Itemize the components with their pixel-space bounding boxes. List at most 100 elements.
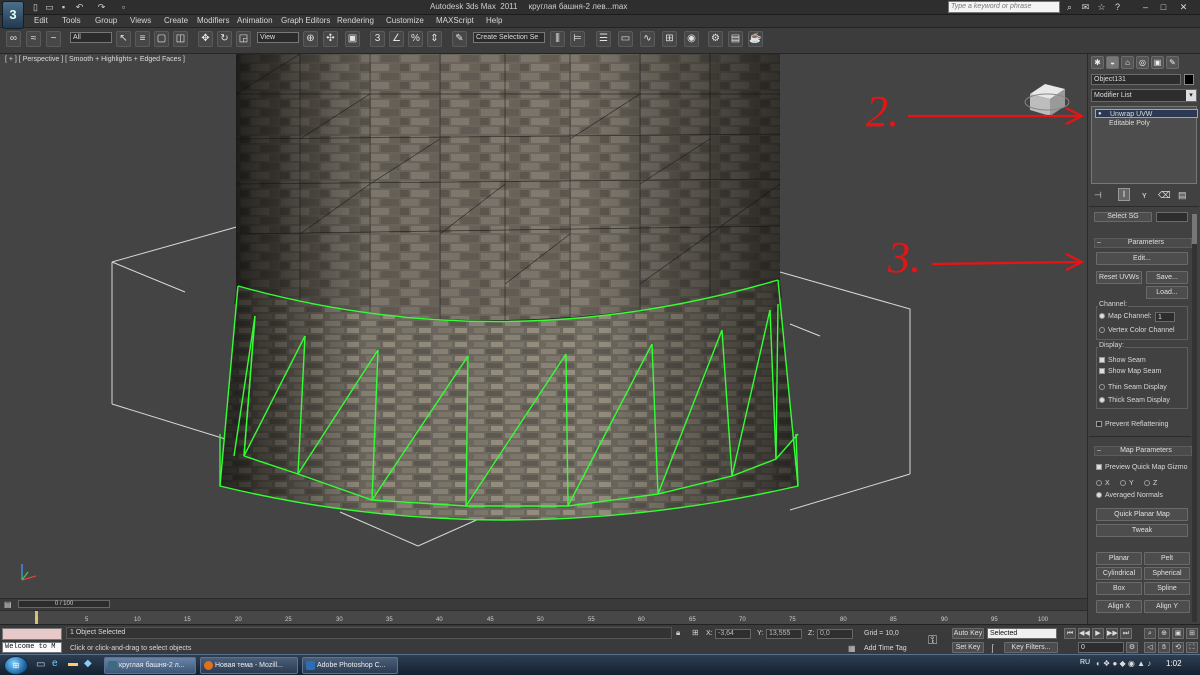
render-setup-icon[interactable]: ⚙: [708, 31, 723, 47]
lock-selection-icon[interactable]: 🔒︎: [676, 628, 680, 638]
remove-modifier-icon[interactable]: ⌫: [1158, 190, 1171, 201]
align-y-button[interactable]: Align Y: [1144, 600, 1190, 613]
configure-sets-icon[interactable]: ▤: [1178, 190, 1187, 201]
close-icon[interactable]: ✕: [1178, 2, 1189, 12]
maxscript-listener-field[interactable]: [2, 628, 62, 640]
quicklaunch-icon[interactable]: ◆: [84, 658, 92, 669]
time-tag-icon[interactable]: ▦: [848, 644, 856, 653]
named-selection-set-select[interactable]: Create Selection Se: [473, 32, 545, 43]
spline-button[interactable]: Spline: [1144, 582, 1190, 595]
make-unique-icon[interactable]: ʏ: [1142, 190, 1147, 200]
averaged-normals-radio[interactable]: Averaged Normals: [1096, 492, 1163, 499]
spinner-snap-icon[interactable]: ⇕: [427, 31, 442, 47]
save-button[interactable]: Save...: [1146, 271, 1188, 284]
display-tab-icon[interactable]: ▣: [1151, 56, 1164, 69]
set-key-button[interactable]: Set Key: [952, 642, 984, 653]
thin-seam-radio[interactable]: Thin Seam Display: [1099, 384, 1167, 391]
quick-planar-map-button[interactable]: Quick Planar Map: [1096, 508, 1188, 521]
current-frame-field[interactable]: 0: [1078, 642, 1124, 653]
zoom-all-icon[interactable]: ⊕: [1158, 628, 1170, 639]
zoom-extents-all-icon[interactable]: ⊞: [1186, 628, 1198, 639]
mirror-icon[interactable]: ⫼: [550, 31, 565, 47]
menu-maxscript[interactable]: MAXScript: [436, 16, 474, 25]
move-icon[interactable]: ✥: [198, 31, 213, 47]
stack-item-editable-poly[interactable]: Editable Poly: [1095, 119, 1198, 128]
auto-key-button[interactable]: Auto Key: [952, 628, 984, 639]
menu-edit[interactable]: Edit: [34, 16, 48, 25]
stack-item-unwrap-uvw[interactable]: Unwrap UVW: [1095, 109, 1198, 118]
task-photoshop[interactable]: Adobe Photoshop C...: [302, 657, 398, 674]
set-key-mode-icon[interactable]: ⚿: [928, 633, 937, 648]
bind-space-warp-icon[interactable]: ~: [46, 31, 61, 47]
pivot-center-icon[interactable]: ⊕: [303, 31, 318, 47]
undo-icon[interactable]: ↶: [74, 2, 85, 12]
panel-scrollbar[interactable]: [1192, 214, 1197, 622]
orbit-icon[interactable]: ⟲: [1172, 642, 1184, 653]
show-desktop-icon[interactable]: ▭: [36, 659, 45, 670]
y-coordinate-field[interactable]: 13,555: [766, 629, 802, 639]
map-channel-spinner[interactable]: 1: [1155, 312, 1175, 322]
help-icon[interactable]: ?: [1112, 2, 1123, 12]
percent-snap-icon[interactable]: %: [408, 31, 423, 47]
goto-start-icon[interactable]: ⏮: [1064, 628, 1076, 639]
hierarchy-tab-icon[interactable]: ⌂: [1121, 56, 1134, 69]
field-of-view-icon[interactable]: ◁: [1144, 642, 1156, 653]
reset-uvws-button[interactable]: Reset UVWs: [1096, 271, 1142, 284]
absolute-mode-icon[interactable]: ⊞: [692, 628, 699, 637]
align-icon[interactable]: ⊨: [570, 31, 585, 47]
rectangular-selection-icon[interactable]: ▢: [154, 31, 169, 47]
favorites-icon[interactable]: ☆: [1096, 2, 1107, 12]
zoom-extents-icon[interactable]: ▣: [1172, 628, 1184, 639]
show-seam-checkbox[interactable]: Show Seam: [1099, 357, 1146, 364]
internet-explorer-icon[interactable]: e: [52, 658, 58, 669]
select-sg-button[interactable]: Select SG: [1094, 212, 1152, 222]
edit-named-selection-icon[interactable]: ✎: [452, 31, 467, 47]
select-object-icon[interactable]: ↖: [116, 31, 131, 47]
task-3dsmax[interactable]: круглая башня-2 л...: [104, 657, 196, 674]
align-x-button[interactable]: Align X: [1096, 600, 1142, 613]
scale-icon[interactable]: ◲: [236, 31, 251, 47]
goto-end-icon[interactable]: ⏭: [1120, 628, 1132, 639]
menu-animation[interactable]: Animation: [237, 16, 273, 25]
menu-customize[interactable]: Customize: [386, 16, 424, 25]
rollout-parameters[interactable]: – Parameters: [1094, 238, 1192, 248]
perspective-viewport[interactable]: [ + ] [ Perspective ] [ Smooth + Highlig…: [0, 54, 1087, 598]
key-filters-button[interactable]: Key Filters...: [1004, 642, 1058, 653]
viewport-label[interactable]: [ + ] [ Perspective ] [ Smooth + Highlig…: [5, 56, 185, 63]
play-icon[interactable]: ▶: [1092, 628, 1104, 639]
previous-key-icon[interactable]: ◀◀: [1078, 628, 1090, 639]
layer-manager-icon[interactable]: ☰: [596, 31, 611, 47]
add-time-tag-button[interactable]: Add Time Tag: [864, 645, 907, 652]
menu-graph-editors[interactable]: Graph Editors: [281, 16, 330, 25]
tray-language[interactable]: RU: [1080, 659, 1090, 666]
modifier-list-select[interactable]: Modifier List: [1091, 89, 1197, 102]
chevron-down-icon[interactable]: ▾: [1186, 90, 1196, 101]
menu-modifiers[interactable]: Modifiers: [197, 16, 229, 25]
maximize-viewport-icon[interactable]: ⛶: [1186, 642, 1198, 653]
spherical-button[interactable]: Spherical: [1144, 567, 1190, 580]
maximize-icon[interactable]: □: [1158, 2, 1169, 12]
minimize-icon[interactable]: –: [1140, 2, 1151, 12]
pelt-button[interactable]: Pelt: [1144, 552, 1190, 565]
edit-uvw-button[interactable]: Edit...: [1096, 252, 1188, 265]
object-color-swatch[interactable]: [1184, 74, 1194, 85]
menu-group[interactable]: Group: [95, 16, 117, 25]
select-sg-field[interactable]: [1156, 212, 1188, 222]
time-configuration-icon[interactable]: ⚙: [1126, 642, 1138, 653]
select-manipulate-icon[interactable]: ✣: [323, 31, 338, 47]
window-crossing-icon[interactable]: ◫: [173, 31, 188, 47]
viewcube-icon[interactable]: [1024, 84, 1070, 116]
snaps-toggle-icon[interactable]: 3: [370, 31, 385, 47]
clock[interactable]: 1:02: [1166, 659, 1182, 668]
menu-views[interactable]: Views: [130, 16, 151, 25]
z-coordinate-field[interactable]: 0,0: [817, 629, 853, 639]
thick-seam-radio[interactable]: Thick Seam Display: [1099, 397, 1170, 404]
axis-z-radio[interactable]: Z: [1144, 480, 1157, 487]
modify-tab-icon[interactable]: ◒: [1106, 56, 1119, 69]
graphite-ribbon-icon[interactable]: ▭: [618, 31, 633, 47]
folder-icon[interactable]: ▬: [68, 658, 78, 669]
key-selection-select[interactable]: Selected: [987, 628, 1057, 639]
new-file-icon[interactable]: ▯: [30, 2, 41, 12]
track-bar-toggle-icon[interactable]: ▤: [4, 600, 12, 609]
create-tab-icon[interactable]: ✱: [1091, 56, 1104, 69]
